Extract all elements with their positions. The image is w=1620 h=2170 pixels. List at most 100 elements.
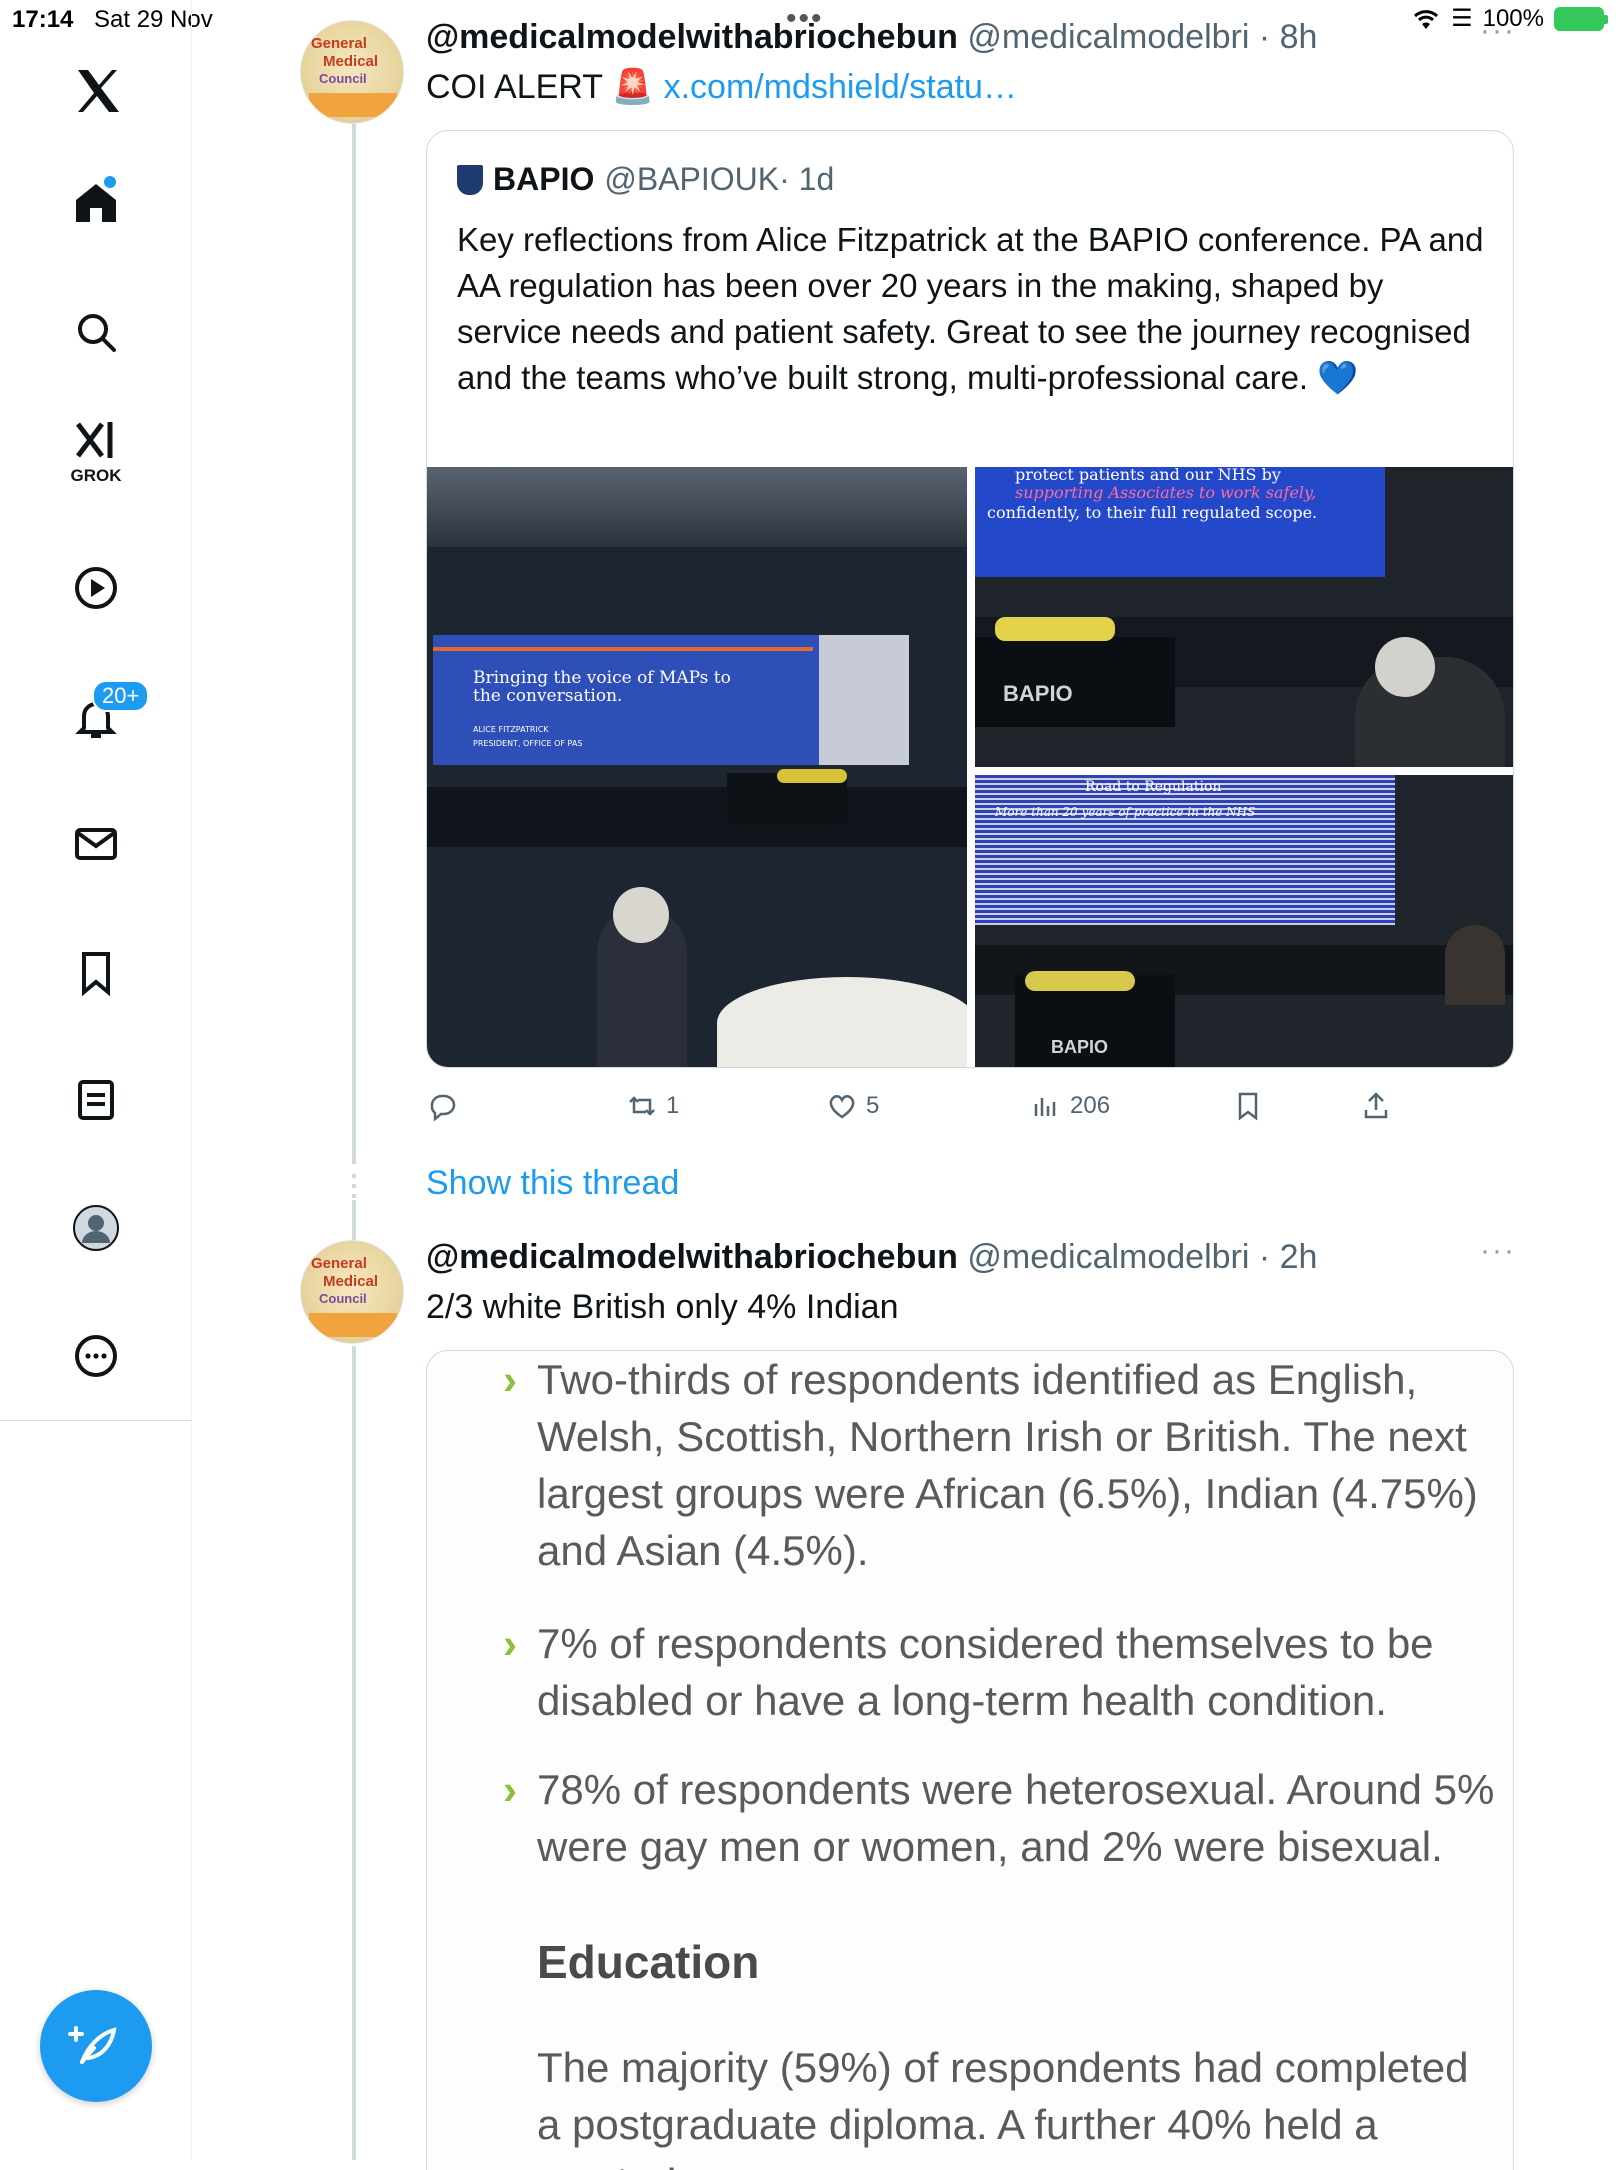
tweet-more-icon[interactable]: ···: [1480, 1234, 1516, 1268]
tweet-header: @medicalmodelwithabriochebun @medicalmod…: [426, 18, 1317, 57]
author-handle[interactable]: @medicalmodelbri: [967, 1238, 1249, 1276]
chevron-right-icon: ›: [503, 1620, 517, 1667]
sidebar-item-grok[interactable]: GROK: [58, 412, 134, 488]
compose-feather-icon: [68, 2026, 117, 2064]
photo-1[interactable]: Bringing the voice of MAPs to the conver…: [427, 467, 967, 1067]
tweet-body: COI ALERT 🚨: [426, 68, 655, 106]
projection-screen: protect patients and our NHS by supporti…: [975, 467, 1385, 577]
tweet-time[interactable]: · 2h: [1259, 1238, 1318, 1276]
search-icon: [78, 314, 116, 352]
thread-line-dotted: [352, 1174, 356, 1198]
banner-text: BAPIO: [1003, 681, 1073, 706]
thread-line: [352, 124, 356, 1164]
slide-line: confidently, to their full regulated sco…: [987, 503, 1318, 522]
chevron-right-icon: ›: [503, 1766, 517, 1813]
notification-badge: 20+: [92, 680, 150, 712]
flowers: [1025, 971, 1135, 991]
lists-icon: [78, 1080, 114, 1120]
tweet-link[interactable]: x.com/mdshield/statu…: [664, 68, 1017, 106]
heart-icon: [829, 1095, 855, 1119]
photo-3[interactable]: Road to Regulation More than 20 years of…: [975, 775, 1513, 1067]
avatar-text: Council: [319, 1291, 367, 1306]
share-icon: [1364, 1092, 1388, 1119]
tweet-header: @medicalmodelwithabriochebun @medicalmod…: [426, 1238, 1317, 1277]
unread-dot: [104, 176, 116, 188]
stat-bullet: › 78% of respondents were heterosexual. …: [503, 1761, 1497, 1875]
author-handle[interactable]: @medicalmodelbri: [967, 18, 1249, 56]
avatar-text: General: [311, 1255, 367, 1272]
slide-role: PRESIDENT, OFFICE OF PAS: [473, 739, 583, 748]
retweet-button[interactable]: 1: [626, 1090, 679, 1122]
projection-screen: Road to Regulation More than 20 years of…: [975, 775, 1395, 925]
show-thread-link[interactable]: Show this thread: [426, 1164, 679, 1203]
profile-icon: [73, 1205, 119, 1251]
wifi-icon: [1414, 9, 1439, 29]
chevron-right-icon: ›: [503, 1356, 517, 1403]
share-button[interactable]: [1360, 1090, 1392, 1122]
sidebar-item-video[interactable]: [58, 550, 134, 626]
tweet-text: COI ALERT 🚨 x.com/mdshield/statu…: [426, 64, 1017, 110]
sidebar-item-profile[interactable]: [58, 1190, 134, 1266]
sidebar-item-search[interactable]: [58, 294, 134, 370]
quote-tweet[interactable]: BAPIO @BAPIOUK · 1d Key reflections from…: [426, 130, 1514, 1068]
thread-line: [352, 1200, 356, 1240]
grok-icon: [76, 422, 113, 458]
flowers: [777, 769, 847, 783]
like-button[interactable]: 5: [826, 1090, 879, 1122]
slide-line: supporting Associates to work safely,: [1015, 483, 1317, 502]
tweet-actions: 1 5 206: [426, 1090, 1506, 1130]
menu-lines-icon: ☰: [1451, 5, 1473, 32]
stat-bullet: › 7% of respondents considered themselve…: [503, 1615, 1497, 1729]
author-name[interactable]: @medicalmodelwithabriochebun: [426, 18, 958, 56]
section-paragraph: The majority (59%) of respondents had co…: [537, 2044, 1469, 2170]
tweet-time[interactable]: · 8h: [1259, 18, 1318, 56]
avatar-text: Medical: [323, 53, 379, 70]
views-button[interactable]: 206: [1030, 1090, 1110, 1122]
sidebar-item-more[interactable]: [58, 1318, 134, 1394]
banner-text: BAPIO: [1051, 1037, 1109, 1057]
like-count: 5: [866, 1092, 880, 1119]
sidebar: GROK 20+: [0, 0, 192, 2160]
messages-icon: [75, 828, 117, 860]
ceiling: [427, 467, 967, 547]
quote-author-handle[interactable]: @BAPIOUK: [604, 161, 779, 198]
bookmark-icon: [1238, 1092, 1258, 1121]
projection-screen: Bringing the voice of MAPs to the conver…: [433, 635, 909, 765]
bapio-crest-icon: [457, 164, 483, 195]
avatar-text: Council: [319, 71, 367, 86]
retweet-count: 1: [666, 1092, 680, 1119]
table: BAPIO: [975, 637, 1175, 727]
tweet-text: 2/3 white British only 4% Indian: [426, 1288, 899, 1326]
avatar-text: General: [311, 35, 367, 52]
avatar-text: Medical: [323, 1273, 379, 1290]
reply-button[interactable]: [426, 1090, 466, 1122]
retweet-icon: [629, 1096, 655, 1116]
sidebar-item-home[interactable]: [58, 164, 134, 240]
sidebar-divider: [0, 1420, 192, 1421]
audience-head: [613, 887, 669, 943]
media-grid: Bringing the voice of MAPs to the conver…: [427, 467, 1513, 1067]
quote-author-name[interactable]: BAPIO: [493, 161, 594, 198]
tweet-image[interactable]: › Two-thirds of respondents identified a…: [426, 1350, 1514, 2170]
grok-label: GROK: [70, 466, 122, 485]
bookmarks-icon: [82, 952, 110, 996]
slide-presenter: ALICE FITZPATRICK: [473, 725, 549, 734]
bookmark-button[interactable]: [1232, 1090, 1264, 1122]
speaker: [1445, 925, 1505, 1005]
slide-line: protect patients and our NHS by: [1015, 467, 1281, 484]
sidebar-item-messages[interactable]: [58, 806, 134, 882]
avatar[interactable]: General Medical Council: [300, 1240, 404, 1344]
section-heading: Education: [537, 1936, 760, 1988]
avatar[interactable]: General Medical Council: [300, 20, 404, 124]
slide-line: More than 20 years of practice in the NH…: [995, 805, 1256, 819]
photo-2[interactable]: protect patients and our NHS by supporti…: [975, 467, 1513, 767]
quote-time[interactable]: · 1d: [779, 161, 834, 198]
author-name[interactable]: @medicalmodelwithabriochebun: [426, 1238, 958, 1276]
compose-button[interactable]: [40, 1990, 152, 2102]
sidebar-item-lists[interactable]: [58, 1062, 134, 1138]
sidebar-item-notifications[interactable]: 20+: [58, 680, 150, 756]
tweet-more-icon[interactable]: ···: [1480, 14, 1516, 48]
x-logo[interactable]: [58, 52, 134, 128]
sidebar-item-bookmarks[interactable]: [58, 934, 134, 1010]
stat-bullet-text: Two-thirds of respondents identified as …: [537, 1356, 1478, 1574]
